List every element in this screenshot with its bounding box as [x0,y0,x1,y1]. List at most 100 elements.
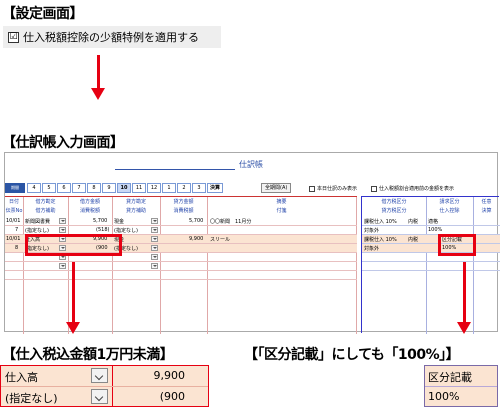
tax-row[interactable]: 対象外 100% [362,226,500,235]
row-deduction: 100% [428,227,443,233]
row-tax-type: 内税 [408,237,419,243]
journal-section-title: 【仕訳帳入力画面】 [2,135,124,151]
period-label: 期間 [5,183,25,193]
header-debit-tax-class: 借方税区分 [381,199,407,205]
header-credit-tax: 消費税額 [173,208,194,214]
tax-row-empty[interactable] [362,253,500,262]
month-bar: 期間 4 5 6 7 8 9 10 11 12 1 2 3 決算 [5,182,224,194]
month-tab[interactable]: 7 [72,183,86,193]
tax-row-highlighted[interactable]: 対象外 100% [362,244,500,253]
header-date: 日付 [8,199,19,205]
dropdown-icon[interactable] [151,254,158,260]
highlight-box [438,234,476,256]
row-debit-account: 新聞図書費 [25,219,51,225]
row-debit-sub: (指定なし) [25,228,49,234]
header-memo: 摘要 [276,199,287,205]
arrow-head-icon [91,88,105,100]
arrow-head-icon [66,322,80,334]
settings-section-title: 【設定画面】 [2,6,84,22]
today-only-option[interactable]: 本日仕訳のみ表示 [309,185,357,192]
row-memo: スリール [210,237,231,243]
month-tab[interactable]: 5 [42,183,56,193]
arrow-down-icon [72,262,75,324]
header-settlement: 決算 [481,208,492,214]
zoomed-entry: 仕入高 9,900 (指定なし) (900 [0,365,209,407]
pre-ratio-amount-option[interactable]: 仕入税額割合適用前の金額を表示 [371,185,454,192]
table-row[interactable]: 10/01 新聞図書費 5,700 現金 5,700 〇〇新聞 11月分 [5,217,357,226]
callout-left-title: 【仕入税込金額1万円未満】 [2,347,174,363]
checkbox-checked-icon[interactable]: ☑ [8,31,19,43]
month-tab[interactable]: 11 [132,183,146,193]
row-date: 10/01 [6,218,21,224]
table-row-empty[interactable] [5,271,357,280]
dropdown-icon[interactable] [59,227,66,233]
row-debit-amount: 5,700 [93,218,108,224]
chevron-down-icon[interactable] [91,368,108,383]
month-tab[interactable]: 4 [27,183,41,193]
chevron-down-icon[interactable] [91,389,108,404]
month-tab[interactable]: 8 [87,183,101,193]
row-date: 10/01 [6,236,21,242]
journal-grid: 日付 借方勘定 借方金額 貸方勘定 貸方金額 摘要 伝票No 借方補助 消費税額… [5,196,357,334]
arrow-down-icon [97,55,100,90]
checkbox-icon[interactable] [309,185,315,192]
dropdown-icon[interactable] [151,218,158,224]
month-tab[interactable]: 12 [147,183,161,193]
header-credit-sub: 貸方補助 [125,208,146,214]
header-deduction: 仕入控除 [439,208,460,214]
title-underline [115,169,235,170]
zoom-account: 仕入高 [5,371,38,384]
month-tab[interactable]: 9 [102,183,116,193]
header-credit-amount: 貸方金額 [173,199,194,205]
checkbox-label: 仕入税額控除の少額特例を適用する [23,31,199,44]
tax-grid: 借方税区分 請求区分 任意 貸方税区分 仕入控除 決算 課税仕入 10% 内税 … [361,196,500,334]
header-slip-no: 伝票No [5,208,23,214]
zoom-tax: (900 [159,390,185,403]
row-credit-sub: (指定なし) [114,228,138,234]
row-tax-type: 内税 [408,219,419,225]
row-tax-class: 対象外 [364,228,380,234]
header-sticky-note: 付箋 [276,208,287,214]
month-tab[interactable]: 2 [177,183,191,193]
month-tab[interactable]: 6 [57,183,71,193]
header-optional: 任意 [481,199,492,205]
callout-right-title: 【「区分記載」にしても「100%」】 [244,347,460,363]
row-tax-class: 課税仕入 10% [364,219,397,225]
dropdown-icon[interactable] [151,245,158,251]
tax-row-empty[interactable] [362,262,500,271]
tax-row-highlighted[interactable]: 課税仕入 10% 内税 区分記載 [362,235,500,244]
today-only-label: 本日仕訳のみ表示 [317,186,358,192]
arrow-down-icon [463,262,466,324]
header-credit-account: 貸方勘定 [125,199,146,205]
full-period-button[interactable]: 全期間(A) [261,183,292,193]
journal-window: 仕訳帳 期間 4 5 6 7 8 9 10 11 12 1 2 3 決算 全期間… [4,152,500,334]
header-tax: 消費税額 [79,208,100,214]
dropdown-icon[interactable] [151,236,158,242]
dropdown-icon[interactable] [151,263,158,269]
row-credit-amount: 5,700 [189,218,204,224]
row-slip-no: 8 [15,245,19,251]
month-tab[interactable]: 3 [192,183,206,193]
row-tax-class: 対象外 [364,246,380,252]
table-row-empty[interactable] [5,262,357,271]
small-amount-exception-setting[interactable]: ☑ 仕入税額控除の少額特例を適用する [3,26,221,48]
month-tab-selected[interactable]: 10 [117,183,131,193]
zoom-sub-account: (指定なし) [5,392,58,405]
checkbox-icon[interactable] [371,185,377,192]
zoom-amount: 9,900 [153,369,186,382]
header-debit-account: 借方勘定 [35,199,56,205]
dropdown-icon[interactable] [59,218,66,224]
month-tab[interactable]: 1 [162,183,176,193]
tax-row[interactable]: 課税仕入 10% 内税 適格 [362,217,500,226]
zoom-invoice-class: 区分記載 [428,371,472,384]
header-credit-tax-class: 貸方税区分 [381,208,407,214]
row-credit-amount: 9,900 [189,236,204,242]
dropdown-icon[interactable] [151,227,158,233]
window-title: 仕訳帳 [239,160,263,169]
zoomed-tax-cell: 区分記載 100% [424,365,498,407]
header-debit-sub: 借方補助 [35,208,56,214]
arrow-head-icon [457,322,471,334]
row-credit-account: 現金 [114,219,125,225]
settle-tab[interactable]: 決算 [207,183,223,193]
dropdown-icon[interactable] [59,263,66,269]
